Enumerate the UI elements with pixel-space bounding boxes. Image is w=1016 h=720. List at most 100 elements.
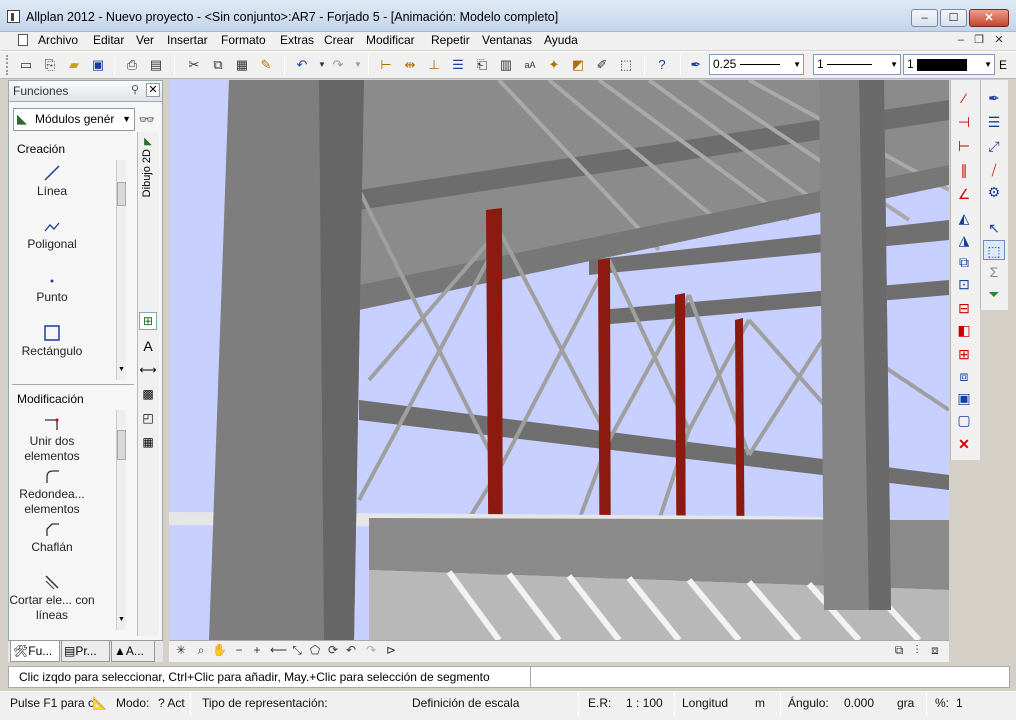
group-icon[interactable]: ⧈ bbox=[953, 366, 975, 386]
layer-icon[interactable]: ☰ bbox=[448, 55, 468, 75]
mode-value[interactable]: ? Act bbox=[158, 696, 185, 710]
modify-icon[interactable]: ∠ bbox=[953, 184, 975, 204]
delete-segment-icon[interactable]: ⊣ bbox=[953, 112, 975, 132]
minimize-button[interactable]: – bbox=[911, 9, 938, 27]
3d-cube-icon[interactable]: ⬚ bbox=[616, 55, 636, 75]
length-unit[interactable]: m bbox=[755, 696, 765, 710]
tab-funciones[interactable]: 🛠Fu... bbox=[10, 641, 60, 662]
menu-editar[interactable]: Editar bbox=[93, 33, 124, 47]
drawing-file-icon[interactable]: ▥ bbox=[496, 55, 516, 75]
scroll-down-icon[interactable]: ▼ bbox=[117, 616, 126, 623]
layer-select-truncated[interactable]: E bbox=[999, 58, 1007, 72]
redo-icon[interactable]: ↷ bbox=[328, 55, 348, 75]
menu-crear[interactable]: Crear bbox=[324, 33, 354, 47]
text-tool-icon[interactable]: A bbox=[139, 337, 157, 355]
move-icon[interactable]: ⊡ bbox=[953, 274, 975, 294]
zoom-icon[interactable]: ⌕ bbox=[194, 643, 208, 658]
panel-close-icon[interactable]: ✕ bbox=[146, 83, 160, 97]
delete-elements-icon[interactable]: ⁄ bbox=[953, 88, 975, 108]
tool-polyline[interactable]: Poligonal bbox=[2, 215, 110, 259]
window-tile-icon[interactable]: ⧉ bbox=[892, 643, 906, 658]
print-preview-icon[interactable]: ⎙ bbox=[122, 55, 142, 75]
convert-icon[interactable]: ⚙ bbox=[983, 182, 1005, 202]
dimension-icon[interactable]: ⟷ bbox=[139, 361, 157, 379]
menu-ver[interactable]: Ver bbox=[136, 33, 154, 47]
rotate-icon[interactable]: ↶ bbox=[344, 643, 358, 657]
menu-archivo[interactable]: Archivo bbox=[38, 33, 78, 47]
sum-icon[interactable]: Σ bbox=[983, 262, 1005, 282]
tool-chamfer[interactable]: Chaflán bbox=[2, 518, 110, 558]
pan-icon[interactable]: ✋ bbox=[212, 643, 227, 657]
redo-dropdown-icon[interactable]: ▼ bbox=[348, 55, 368, 75]
allplan-app-icon[interactable] bbox=[7, 10, 20, 23]
change-format-icon[interactable]: ⧸ bbox=[983, 160, 1005, 180]
tool-fillet[interactable]: Redondea... elementos bbox=[2, 465, 110, 516]
selection-mode-icon[interactable]: ⬚ bbox=[983, 240, 1005, 260]
copy-icon[interactable]: ⧉ bbox=[208, 55, 228, 75]
elevation-icon[interactable]: ⊥ bbox=[424, 55, 444, 75]
tool-line[interactable]: Línea bbox=[2, 162, 110, 206]
help-icon[interactable]: ? bbox=[652, 55, 672, 75]
next-view-icon[interactable]: ⤡ bbox=[290, 643, 304, 658]
maximize-button[interactable]: ☐ bbox=[940, 9, 967, 27]
eyedropper-icon[interactable]: ✒ bbox=[686, 55, 706, 75]
binoculars-icon[interactable]: 👓 bbox=[138, 112, 156, 128]
menu-ventanas[interactable]: Ventanas bbox=[482, 33, 532, 47]
pin-icon[interactable]: ⚲ bbox=[128, 83, 142, 97]
tab-propiedades[interactable]: ▤Pr... bbox=[61, 641, 110, 662]
zoom-in-icon[interactable]: + bbox=[250, 643, 264, 657]
open-project-icon[interactable]: ⎘ bbox=[40, 55, 60, 75]
format-painter-icon[interactable]: ✎ bbox=[256, 55, 276, 75]
undo-icon[interactable]: ↶ bbox=[292, 55, 312, 75]
side-add-icon[interactable]: ⊞ bbox=[139, 312, 157, 330]
orbit-icon[interactable]: ⟳ bbox=[326, 643, 340, 657]
scroll-down-icon[interactable]: ▼ bbox=[117, 366, 126, 373]
select-arrow-icon[interactable]: ↖ bbox=[983, 218, 1005, 238]
window-cascade-icon[interactable]: ⧈ bbox=[928, 643, 942, 658]
open-fileset-icon[interactable]: ⎗ bbox=[472, 55, 492, 75]
open-folder-icon[interactable]: ▰ bbox=[64, 55, 84, 75]
split-view-icon[interactable]: ⫶ bbox=[910, 643, 924, 658]
angle-value[interactable]: 0.000 bbox=[844, 696, 874, 710]
modification-scroll-thumb[interactable] bbox=[117, 430, 126, 460]
menu-modificar[interactable]: Modificar bbox=[366, 33, 415, 47]
fill-icon[interactable]: ◩ bbox=[568, 55, 588, 75]
percent-value[interactable]: 1 bbox=[956, 696, 963, 710]
mirror-icon[interactable]: ◭ bbox=[953, 208, 975, 228]
tool-point[interactable]: Punto bbox=[2, 268, 110, 312]
camera-icon[interactable]: ⊳ bbox=[384, 643, 398, 657]
document-icon[interactable] bbox=[18, 34, 28, 46]
plot-layout-icon[interactable]: ▤ bbox=[146, 55, 166, 75]
tool-join[interactable]: Unir dos elementos bbox=[2, 412, 110, 463]
color-select[interactable]: 1 ▼ bbox=[903, 54, 995, 75]
menu-insertar[interactable]: Insertar bbox=[167, 33, 208, 47]
pen-thickness-select[interactable]: 0.25 ▼ bbox=[709, 54, 804, 75]
module-select[interactable]: Módulos genér ▼ bbox=[13, 108, 135, 131]
parallel-icon[interactable]: ∥ bbox=[953, 160, 975, 180]
copy-element-icon[interactable]: ⧉ bbox=[953, 252, 975, 272]
tool-cut[interactable]: Cortar ele... con líneas bbox=[2, 571, 110, 623]
scale-definition[interactable]: Definición de escala bbox=[412, 696, 519, 710]
measure-icon[interactable]: ⇹ bbox=[400, 55, 420, 75]
zoom-out-icon[interactable]: − bbox=[232, 643, 246, 657]
attributes-icon[interactable]: ✦ bbox=[544, 55, 564, 75]
creation-scroll-thumb[interactable] bbox=[117, 182, 126, 206]
scale-icon[interactable]: ◧ bbox=[953, 320, 975, 340]
close-button[interactable]: ✕ bbox=[969, 9, 1009, 27]
new-project-icon[interactable]: ▭ bbox=[16, 55, 36, 75]
scale-value[interactable]: 1 : 100 bbox=[626, 696, 663, 710]
dimension-line-icon[interactable]: ⊢ bbox=[376, 55, 396, 75]
redo-view-icon[interactable]: ↷ bbox=[364, 643, 378, 657]
menu-extras[interactable]: Extras bbox=[280, 33, 314, 47]
previous-view-icon[interactable]: ⟵ bbox=[270, 643, 287, 657]
save-icon[interactable]: ▣ bbox=[88, 55, 108, 75]
filter-icon[interactable]: ⏷ bbox=[983, 284, 1005, 304]
line-format-icon[interactable]: ☰ bbox=[983, 112, 1005, 132]
mdi-close-button[interactable]: ✕ bbox=[990, 33, 1008, 48]
pick-format-icon[interactable]: ✒ bbox=[983, 88, 1005, 108]
frame-icon[interactable]: ▢ bbox=[953, 410, 975, 430]
mdi-minimize-button[interactable]: – bbox=[952, 33, 970, 48]
toolbar-grip[interactable] bbox=[6, 55, 10, 75]
view-cube-icon[interactable]: ⬠ bbox=[308, 643, 322, 657]
hatch-icon[interactable]: ✐ bbox=[592, 55, 612, 75]
